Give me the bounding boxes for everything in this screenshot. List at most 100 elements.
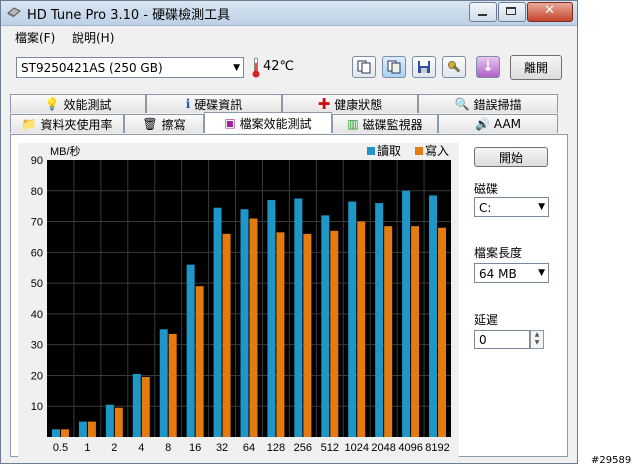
read-bar [240,209,249,437]
tab-benchmark[interactable]: 💡 效能測試 [10,94,146,113]
close-button[interactable]: ✕ [527,2,573,22]
x-tick-label: 8192 [425,442,449,454]
read-bar [51,429,60,437]
legend-read-swatch [367,147,375,155]
save-button[interactable] [412,56,436,78]
window-title: HD Tune Pro 3.10 - 硬碟檢測工具 [27,8,231,23]
maximize-button[interactable] [498,2,526,22]
copy-button[interactable] [352,56,376,78]
menu-help[interactable]: 說明(H) [72,29,114,46]
copy-icon [357,60,371,74]
delay-input-value: 0 [479,333,487,347]
x-tick-label: 32 [216,442,228,454]
arrow-down-icon: ↓ [482,59,494,75]
title-bar: HD Tune Pro 3.10 - 硬碟檢測工具 ✕ [1,1,577,26]
legend-write-swatch [415,147,423,155]
y-tick-label: 90 [31,155,43,167]
legend-read-label: 讀取 [377,144,401,158]
lightbulb-icon: 💡 [44,97,60,111]
copy-all-icon [387,60,401,74]
write-bar [357,221,366,437]
write-bar [249,218,258,437]
tab-error-scan[interactable]: 🔍 錯誤掃描 [418,94,558,113]
file-length-select[interactable]: 64 MB ▼ [474,263,549,283]
write-bar [87,421,96,437]
tab-label: 磁碟監視器 [362,117,423,132]
y-axis-label: MB/秒 [50,144,81,158]
write-bar [195,286,204,437]
menu-bar: 檔案(F) 說明(H) [1,26,577,46]
x-tick-label: 128 [267,442,285,454]
chevron-down-icon: ▼ [233,62,240,73]
app-window: HD Tune Pro 3.10 - 硬碟檢測工具 ✕ 檔案(F) 說明(H) … [0,0,578,464]
delay-input[interactable]: 0 [474,330,530,349]
write-bar [303,233,312,437]
drive-select[interactable]: ST9250421AS (250 GB) ▼ [16,57,244,78]
chevron-down-icon: ▼ [538,202,545,212]
minimize-button[interactable] [469,2,497,22]
x-tick-label: 16 [189,442,201,454]
tab-label: 效能測試 [63,97,112,112]
tab-folder-usage[interactable]: 📁 資料夾使用率 [10,114,124,133]
trash-icon: 🗑 [142,117,158,131]
read-bar [213,207,222,437]
thermometer-icon [252,57,260,78]
x-tick-label: 1 [84,442,90,454]
exit-button[interactable]: 離開 [510,55,562,80]
tab-health[interactable]: ✚ 健康狀態 [282,94,418,113]
toolbar: ST9250421AS (250 GB) ▼ 42℃ ↓ 離開 [1,49,577,89]
disk-select[interactable]: C: ▼ [474,197,549,217]
x-tick-label: 512 [321,442,339,454]
read-bar [402,190,411,437]
tab-label: 擦寫 [161,117,186,132]
tab-label: 硬碟資訊 [194,97,243,112]
x-tick-label: 1024 [344,442,368,454]
copy-all-button[interactable] [382,56,406,78]
options-button[interactable] [442,56,466,78]
minimize-to-tray-button[interactable]: ↓ [476,56,500,78]
magnifier-icon: 🔍 [454,97,470,111]
tab-label: 檔案效能測試 [239,116,312,131]
tab-file-benchmark[interactable]: ▣ 檔案效能測試 [204,112,332,133]
write-bar [222,233,231,437]
chart-area: 10 20 30 40 50 60 70 80 90 MB/秒 0.5 1 2 4 8 16 32 64 128 25… [18,143,459,459]
tab-erase[interactable]: 🗑 擦寫 [124,114,204,133]
read-bar [321,215,330,437]
tab-label: 健康狀態 [334,97,383,112]
y-tick-label: 50 [31,278,43,290]
disk-select-value: C: [479,201,492,215]
tab-info[interactable]: i 硬碟資訊 [146,94,282,113]
x-tick-label: 0.5 [53,442,68,454]
delay-label: 延遲 [474,313,499,327]
write-bar [60,429,69,437]
tab-aam[interactable]: 🔊 AAM [438,114,558,133]
file-gauge-icon: ▣ [224,116,236,130]
tab-row-1: 💡 效能測試 i 硬碟資訊 ✚ 健康狀態 🔍 錯誤掃描 [10,94,558,113]
x-tick-label: 8 [165,442,171,454]
write-bar [411,226,420,437]
file-benchmark-chart: 10 20 30 40 50 60 70 80 90 MB/秒 0.5 1 2 4 8 16 32 64 128 25… [31,143,451,454]
close-icon: ✕ [544,3,555,18]
read-bar [78,421,87,437]
save-icon [418,61,430,73]
spin-down-icon: ▼ [534,339,540,346]
menu-file[interactable]: 檔案(F) [15,29,55,46]
read-bar [348,201,357,437]
delay-spinner[interactable]: ▲ ▼ [530,330,544,349]
x-tick-label: 64 [243,442,255,454]
y-tick-label: 40 [31,309,43,321]
minimize-icon [478,14,487,16]
info-icon: i [185,97,191,111]
x-tick-label: 256 [294,442,312,454]
folder-icon: 📁 [21,117,37,131]
app-disk-icon [7,7,21,18]
start-button[interactable]: 開始 [474,147,548,167]
read-bar [186,264,195,437]
tab-disk-monitor[interactable]: ▥ 磁碟監視器 [332,114,438,133]
tab-label: 資料夾使用率 [40,117,113,132]
read-bar [429,195,438,437]
read-bar [132,373,141,437]
legend-write-label: 寫入 [425,143,449,158]
write-bar [141,376,150,437]
y-tick-label: 20 [31,370,43,382]
